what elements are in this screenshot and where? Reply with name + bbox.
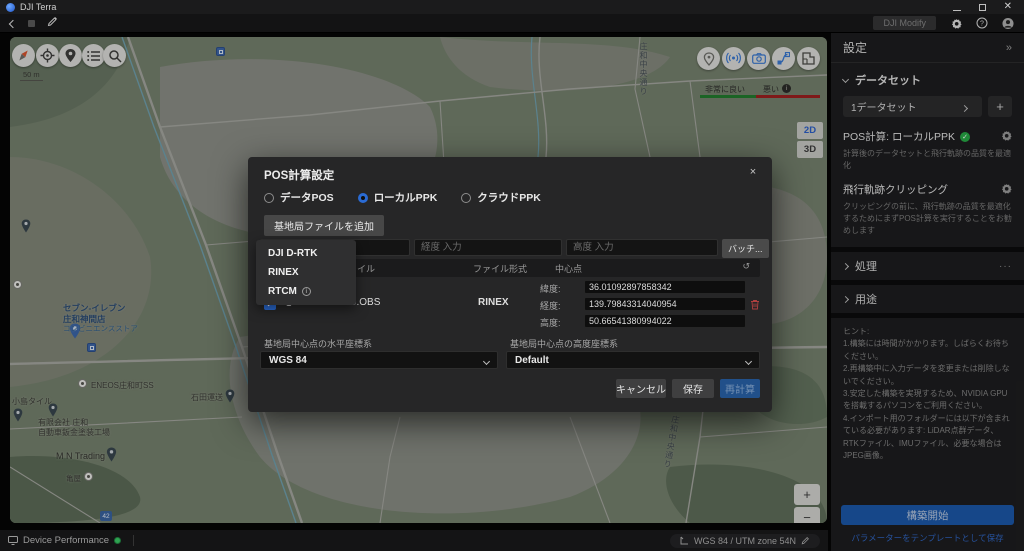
help-icon[interactable]: ?: [976, 17, 988, 29]
divider: [133, 535, 134, 546]
header-format: ファイル形式: [473, 262, 527, 275]
radio-data-pos-label: データPOS: [280, 190, 334, 205]
dji-modify-button[interactable]: DJI Modify: [873, 16, 936, 30]
dialog-title: POS計算設定: [264, 167, 334, 183]
row-format: RINEX: [478, 297, 509, 308]
radio-data-pos[interactable]: データPOS: [264, 190, 334, 205]
recalculate-button[interactable]: 再計算: [720, 379, 760, 398]
dropdown-item-rtcm[interactable]: RTCM i: [256, 282, 356, 301]
close-window-button[interactable]: ✕: [1004, 2, 1012, 12]
radio-local-ppk-label: ローカルPPK: [374, 190, 438, 205]
reset-history-icon[interactable]: ↺: [742, 261, 750, 272]
radio-local-ppk[interactable]: ローカルPPK: [358, 190, 438, 205]
lon-label: 経度:: [540, 299, 561, 312]
lon-value-input[interactable]: [584, 297, 746, 311]
top-toolbar: DJI Modify ?: [0, 14, 1024, 33]
monitor-icon: [8, 536, 18, 545]
vertical-crs-select[interactable]: Default: [506, 351, 760, 369]
crs-value: WGS 84 / UTM zone 54N: [694, 536, 796, 546]
rinex-label: RINEX: [268, 267, 299, 278]
minimize-button[interactable]: [953, 0, 961, 16]
chevron-down-icon: [745, 358, 752, 365]
title-bar: DJI Terra ✕: [0, 0, 1024, 14]
status-bar: Device Performance WGS 84 / UTM zone 54N: [0, 530, 828, 551]
gear-icon[interactable]: [950, 17, 962, 29]
axes-icon: [680, 536, 689, 545]
dropdown-item-dji-drtk[interactable]: DJI D-RTK: [256, 244, 356, 263]
alt-value-input[interactable]: [584, 314, 746, 328]
chevron-down-icon: [483, 358, 490, 365]
altitude-input[interactable]: [566, 239, 718, 256]
rtcm-info-icon[interactable]: i: [302, 287, 311, 296]
longitude-input[interactable]: [414, 239, 562, 256]
radio-cloud-ppk[interactable]: クラウドPPK: [461, 190, 541, 205]
delete-row-icon[interactable]: [750, 297, 760, 315]
svg-text:?: ?: [980, 21, 984, 28]
radio-selected-icon: [358, 193, 368, 203]
edit-crs-icon[interactable]: [801, 536, 810, 545]
square-tool-icon[interactable]: [28, 14, 35, 32]
device-performance-label: Device Performance: [23, 535, 109, 546]
device-performance[interactable]: Device Performance: [8, 535, 121, 546]
maximize-button[interactable]: [979, 0, 986, 16]
radio-icon: [461, 193, 471, 203]
dji-logo-icon: [6, 3, 15, 12]
rtcm-label: RTCM: [268, 286, 297, 297]
horizontal-crs-select[interactable]: WGS 84: [260, 351, 498, 369]
batch-button[interactable]: バッチ...: [722, 239, 769, 258]
cancel-button[interactable]: キャンセル: [616, 379, 666, 398]
save-button[interactable]: 保存: [672, 379, 714, 398]
pos-calc-dialog: POS計算設定 × データPOS ローカルPPK クラウドPPK 基地局ファイル…: [248, 157, 772, 412]
header-center: 中心点: [555, 262, 582, 275]
vertical-crs-value: Default: [515, 355, 549, 366]
base-station-type-dropdown: DJI D-RTK RINEX RTCM i: [256, 240, 356, 305]
vertical-crs-label: 基地局中心点の高度座標系: [510, 337, 618, 350]
radio-cloud-ppk-label: クラウドPPK: [477, 190, 541, 205]
dji-drtk-label: DJI D-RTK: [268, 248, 317, 259]
horizontal-crs-label: 基地局中心点の水平座標系: [264, 337, 372, 350]
lat-label: 緯度:: [540, 282, 561, 295]
user-avatar-icon[interactable]: [1002, 17, 1014, 29]
dropdown-item-rinex[interactable]: RINEX: [256, 263, 356, 282]
back-button[interactable]: [10, 14, 16, 32]
add-base-station-button[interactable]: 基地局ファイルを追加: [264, 215, 384, 236]
close-dialog-button[interactable]: ×: [746, 165, 760, 179]
lat-value-input[interactable]: [584, 280, 746, 294]
edit-icon[interactable]: [47, 14, 58, 32]
alt-label: 高度:: [540, 316, 561, 329]
status-ok-icon: [114, 537, 121, 544]
window-title: DJI Terra: [20, 2, 56, 12]
horizontal-crs-value: WGS 84: [269, 355, 307, 366]
crs-selector[interactable]: WGS 84 / UTM zone 54N: [670, 534, 820, 548]
radio-icon: [264, 193, 274, 203]
